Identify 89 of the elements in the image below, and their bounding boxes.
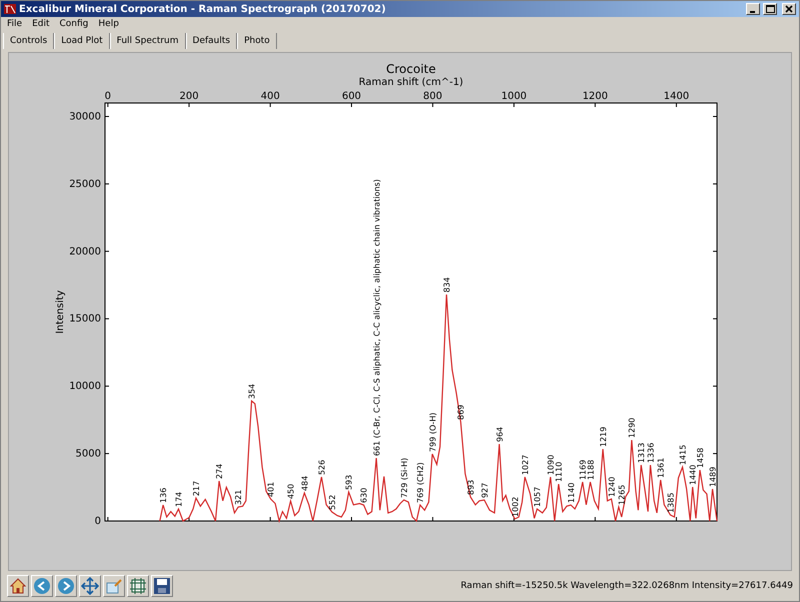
tab[interactable]: Full Spectrum [110,33,186,49]
window-title: Excalibur Mineral Corporation - Raman Spectrograph (20170702) [19,4,387,14]
status-text: Raman shift=-15250.5k Wavelength=322.0268nm Intensity=27617.6449 [460,581,793,591]
peak-label: 834 [442,277,452,292]
peak-label: 1240 [607,476,616,498]
pan-button[interactable] [79,575,101,597]
peak-label: 274 [215,464,224,479]
peak-label: 1219 [598,426,608,447]
menu-item[interactable]: Help [98,19,119,29]
minimize-button[interactable] [746,3,760,15]
peak-label: 1313 [637,442,646,464]
peak-label: 769 (CH2) [416,462,426,503]
y-tick-label: 10000 [69,381,101,392]
peak-label: 526 [317,460,326,476]
y-tick-label: 5000 [76,448,101,460]
peak-label: 1336 [646,442,656,464]
forward-button[interactable] [55,575,77,597]
peak-label: 354 [248,384,257,399]
x-tick-label: 600 [342,91,362,102]
tab[interactable]: Defaults [186,33,238,49]
peak-label: 1027 [520,454,530,476]
y-tick-label: 15000 [69,314,101,325]
peak-label: 729 (Si-H) [400,458,409,498]
save-icon [153,577,171,595]
y-tick-label: 30000 [69,111,101,122]
peak-label: 321 [234,490,244,505]
peak-label: 1057 [533,486,542,507]
tab[interactable]: Photo [237,33,277,49]
x-tick-label: 1000 [501,91,527,102]
peak-label: 1265 [618,484,627,505]
close-button[interactable] [782,3,796,15]
peak-label: 869 [456,404,466,420]
peak-label: 552 [328,494,338,510]
peak-label: 661 (C-Br, C-Cl, C-S aliphatic, C-C alicyclic, aliphatic chain vibrations) [372,179,382,456]
peak-label: 174 [174,492,184,507]
peak-label: 799 (O-H) [428,412,438,452]
peak-label: 1290 [628,418,637,438]
maximize-icon [766,5,774,13]
peak-label: 1489 [708,466,718,488]
y-tick-label: 25000 [69,178,101,190]
peak-label: 1361 [656,458,666,478]
zoom-rectangle-icon [105,577,123,595]
peak-label: 1169 [578,460,588,480]
save-button[interactable] [151,575,173,597]
menu-item[interactable]: Config [60,19,88,29]
subplots-icon [129,577,147,595]
peak-label: 1110 [554,462,564,482]
peak-label: 630 [360,488,369,503]
peak-label: 136 [159,488,168,503]
peak-label: 1188 [586,460,596,480]
app-logo-icon [4,4,16,14]
x-tick-label: 400 [260,91,280,102]
peak-label: 401 [266,482,276,498]
x-tick-label: 800 [423,91,442,102]
peak-label: 1385 [666,492,676,513]
peak-label: 484 [300,476,310,491]
peak-label: 1002 [510,496,520,517]
subplots-button[interactable] [127,575,149,597]
back-button[interactable] [31,575,53,597]
x-tick-label: 200 [180,91,199,102]
x-tick-label: 1200 [582,91,608,102]
x-tick-label: 1400 [664,91,690,102]
home-button[interactable] [7,575,29,597]
tab[interactable]: Controls [3,33,54,49]
x-tick-label: 0 [104,91,112,102]
chart-title: Crocoite [386,62,436,76]
y-tick-label: 20000 [69,246,101,258]
menu-item[interactable]: File [7,19,22,29]
y-axis-label: Intensity [55,290,66,334]
peak-label: 893 [466,480,476,495]
maximize-button[interactable] [763,3,777,15]
peak-label: 450 [286,484,296,500]
peak-label: 1090 [546,454,556,476]
peak-label: 927 [480,482,490,498]
menu-item[interactable]: Edit [32,19,50,29]
peak-label: 1458 [696,448,705,468]
peak-label: 593 [344,474,354,490]
tab[interactable]: Load Plot [54,33,110,49]
peak-label: 964 [495,426,504,442]
x-axis-label: Raman shift (cm^-1) [358,77,464,88]
peak-label: 217 [192,480,201,496]
zoom-button[interactable] [103,575,125,597]
peak-label: 1140 [566,482,576,503]
peak-label: 1415 [678,444,688,466]
home-icon [9,577,27,595]
y-tick-label: 0 [94,516,101,527]
peak-label: 1440 [688,464,698,486]
close-icon [785,5,793,13]
move-arrows-icon [81,577,99,595]
